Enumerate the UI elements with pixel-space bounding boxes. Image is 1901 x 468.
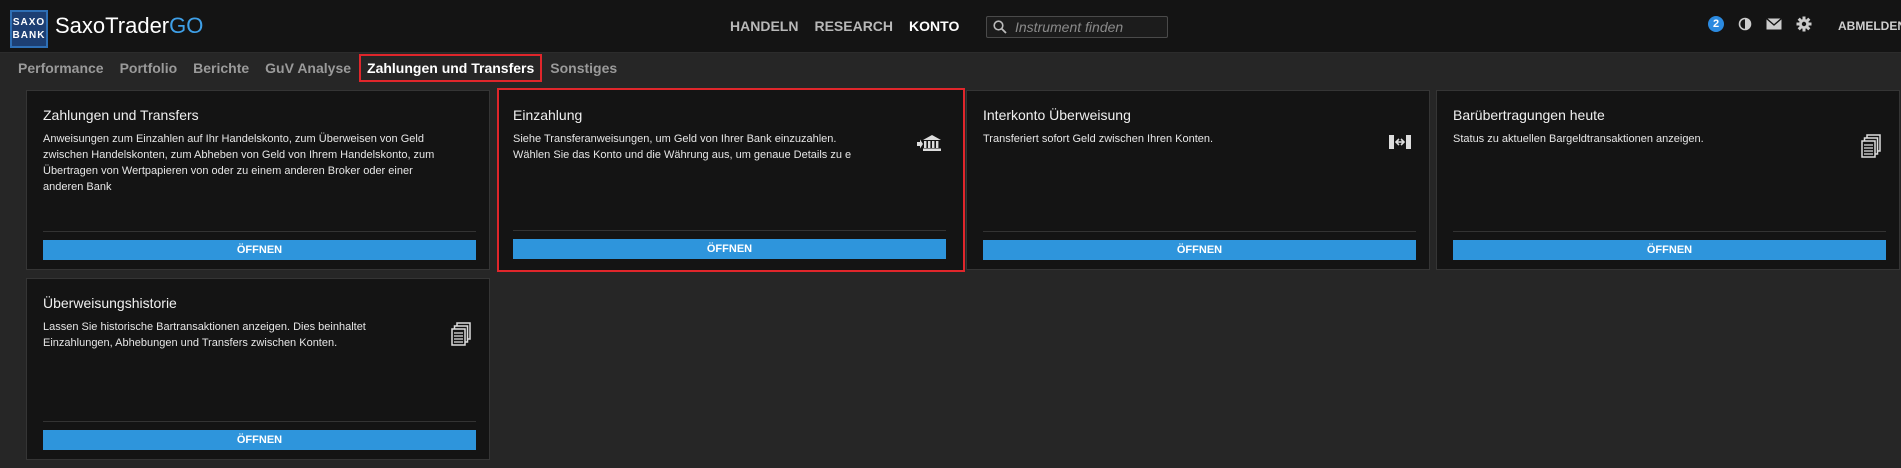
header-icons: 2 [1708,16,1812,32]
main-nav: HANDELN RESEARCH KONTO [730,18,959,34]
contrast-icon[interactable] [1738,17,1752,31]
top-bar: SAXO BANK SaxoTraderGO HANDELN RESEARCH … [0,0,1901,53]
card-title: Interkonto Überweisung [983,107,1131,123]
tab-berichte[interactable]: Berichte [185,60,257,76]
saxo-bank-logo[interactable]: SAXO BANK [10,10,48,48]
nav-konto[interactable]: KONTO [909,18,959,34]
tab-performance[interactable]: Performance [9,60,112,76]
card-title: Zahlungen und Transfers [43,107,199,123]
app-name: SaxoTrader [55,13,170,38]
card-title: Barübertragungen heute [1453,107,1605,123]
gear-icon[interactable] [1796,16,1812,32]
card-baruebertragungen-heute: Barübertragungen heute Status zu aktuell… [1436,90,1900,270]
logo-line-2: BANK [12,30,46,41]
app-name-suffix: GO [169,13,204,38]
account-subnav: Performance Portfolio Berichte GuV Analy… [9,53,1901,83]
open-button[interactable]: ÖFFNEN [43,430,476,450]
open-button[interactable]: ÖFFNEN [513,239,946,259]
card-interkonto-ueberweisung: Interkonto Überweisung Transferiert sofo… [966,90,1430,270]
card-description: Transferiert sofort Geld zwischen Ihren … [983,133,1214,145]
card-divider [43,421,476,422]
instrument-search[interactable] [986,16,1168,38]
nav-research[interactable]: RESEARCH [814,18,893,34]
transfer-arrows-icon [1389,134,1411,155]
card-title: Überweisungshistorie [43,295,177,311]
documents-icon [451,322,471,351]
card-description: Anweisungen zum Einzahlen auf Ihr Handel… [43,133,435,193]
card-divider [43,231,476,232]
bank-deposit-icon [917,135,941,156]
card-description: Lassen Sie historische Bartransaktionen … [43,321,366,349]
card-einzahlung: Einzahlung Siehe Transferanweisungen, um… [497,88,965,272]
documents-icon [1861,134,1881,163]
card-zahlungen-und-transfers: Zahlungen und Transfers Anweisungen zum … [26,90,490,270]
open-button[interactable]: ÖFFNEN [1453,240,1886,260]
tab-sonstiges[interactable]: Sonstiges [542,60,625,76]
card-title: Einzahlung [513,107,583,123]
tab-zahlungen-und-transfers[interactable]: Zahlungen und Transfers [359,54,543,82]
logout-link[interactable]: ABMELDEN [1838,19,1901,33]
card-divider [983,231,1416,232]
nav-handeln[interactable]: HANDELN [730,18,798,34]
app-title: SaxoTraderGO [55,13,203,39]
search-icon [993,20,1007,34]
mail-icon[interactable] [1766,18,1782,30]
tab-portfolio[interactable]: Portfolio [112,60,186,76]
logo-line-1: SAXO [12,17,46,28]
open-button[interactable]: ÖFFNEN [983,240,1416,260]
card-description: Siehe Transferanweisungen, um Geld von I… [513,133,852,161]
notification-badge[interactable]: 2 [1708,16,1724,32]
card-divider [1453,231,1886,232]
content-area: Zahlungen und Transfers Anweisungen zum … [9,83,1901,468]
card-description: Status zu aktuellen Bargeldtransaktionen… [1453,133,1704,145]
card-divider [513,230,946,231]
card-ueberweisungshistorie: Überweisungshistorie Lassen Sie historis… [26,278,490,460]
search-input[interactable] [1013,18,1167,36]
open-button[interactable]: ÖFFNEN [43,240,476,260]
tab-guv-analyse[interactable]: GuV Analyse [257,60,359,76]
